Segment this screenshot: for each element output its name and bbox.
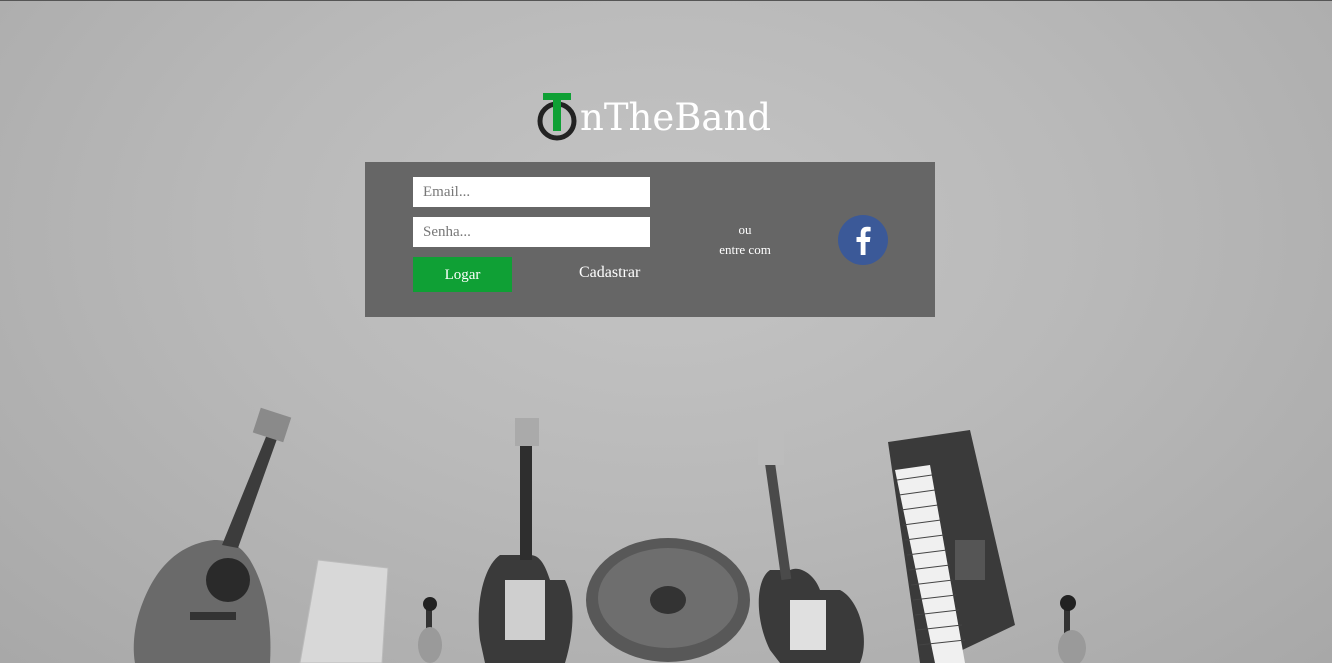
brand-name: nTheBand xyxy=(580,96,771,139)
or-label: ou xyxy=(738,222,752,237)
acoustic-guitar-illustration xyxy=(133,407,292,663)
tablet-illustration xyxy=(299,559,389,663)
password-input[interactable] xyxy=(413,217,650,247)
brand-mark-icon xyxy=(537,93,577,141)
microphone-illustration xyxy=(1058,595,1086,663)
electric-guitar-illustration xyxy=(478,418,573,663)
keyboard-illustration xyxy=(888,430,1015,663)
enter-with-label: entre com xyxy=(719,242,771,257)
login-panel: Logar Cadastrar ou entre com xyxy=(365,162,935,317)
or-enter-with-text: ou entre com xyxy=(705,220,785,260)
brand-logo: nTheBand xyxy=(536,92,776,142)
login-button[interactable]: Logar xyxy=(413,257,512,292)
cymbal-illustration xyxy=(586,538,750,662)
email-input[interactable] xyxy=(413,177,650,207)
bass-guitar-illustration xyxy=(758,425,864,663)
facebook-icon[interactable] xyxy=(838,215,888,265)
signup-link[interactable]: Cadastrar xyxy=(579,264,640,282)
microphone-illustration xyxy=(418,597,442,663)
